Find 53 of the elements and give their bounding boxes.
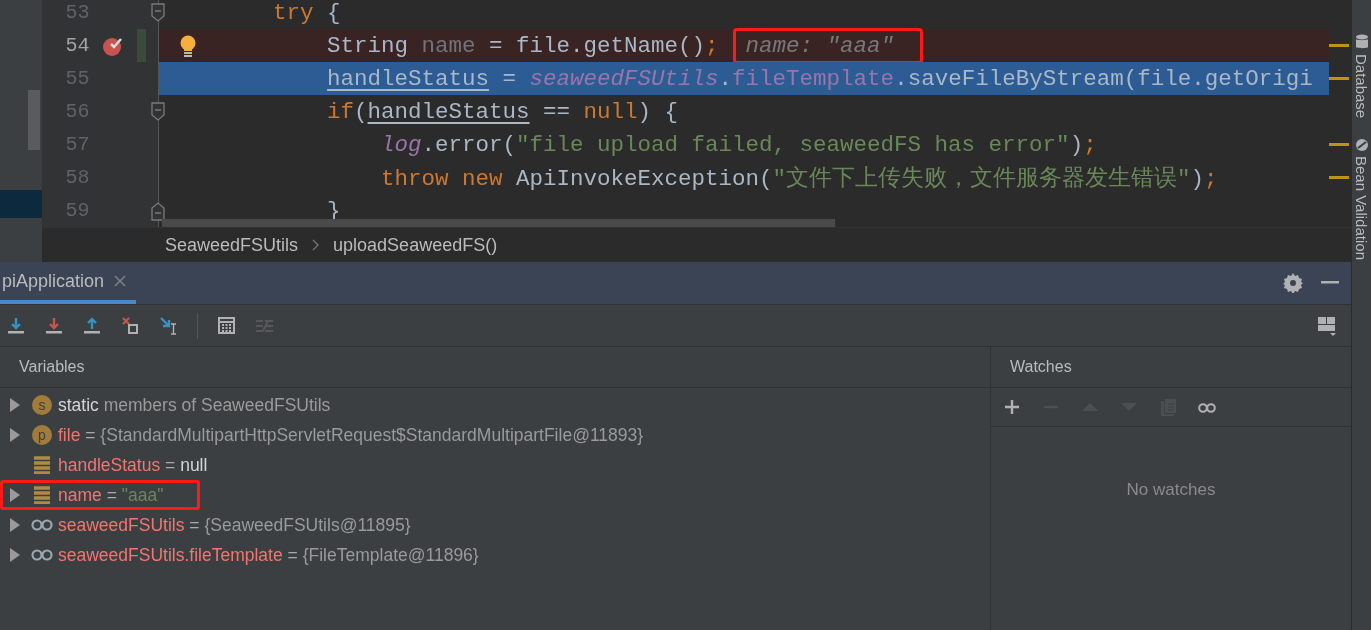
- code-line: String name = file.getName();: [327, 32, 719, 59]
- expand-arrow-icon[interactable]: [10, 548, 20, 562]
- scrollbar-thumb[interactable]: [28, 90, 40, 150]
- database-icon[interactable]: [1354, 34, 1369, 50]
- panel-title: Variables: [19, 358, 85, 376]
- code-line: handleStatus = seaweedFSUtils.fileTemplate.saveFileByStream(file.getOrigi: [327, 65, 1313, 92]
- fold-icon[interactable]: [150, 2, 166, 23]
- bean-icon[interactable]: [1354, 138, 1369, 153]
- lightbulb-icon[interactable]: [179, 35, 197, 59]
- expand-arrow-icon[interactable]: [10, 428, 20, 442]
- variable-entry[interactable]: seaweedFSUtils.fileTemplate = {FileTemplate@11896}: [58, 544, 479, 566]
- code-line: throw new ApiInvokeException("文件下上传失败，文件服务器发生错误");: [381, 165, 1218, 193]
- calculator-icon[interactable]: [217, 316, 236, 335]
- variable-entry[interactable]: seaweedFSUtils = {SeaweedFSUtils@11895}: [58, 514, 411, 536]
- variable-entry[interactable]: handleStatus = null: [58, 454, 208, 476]
- glasses-icon: [31, 548, 53, 562]
- variable-type-badge: p: [32, 425, 52, 445]
- variable-type-badge: s: [32, 395, 52, 415]
- variable-entry[interactable]: name = "aaa": [58, 484, 164, 506]
- line-number: 54: [64, 33, 90, 59]
- step-over-icon[interactable]: [7, 316, 26, 335]
- glasses-icon: [31, 518, 53, 532]
- change-marker[interactable]: [137, 29, 147, 62]
- breadcrumb[interactable]: uploadSeaweedFS(): [333, 234, 498, 256]
- fold-icon[interactable]: [150, 200, 166, 221]
- variable-entry[interactable]: file = {StandardMultipartHttpServletRequest$StandardMultipartFile@11893}: [58, 424, 644, 446]
- code-line: if(handleStatus == null) {: [327, 98, 679, 125]
- step-out-icon[interactable]: [83, 316, 102, 335]
- field-icon: [34, 486, 50, 504]
- scrollbar-thumb[interactable]: [162, 219, 835, 228]
- tool-window-label[interactable]: Database: [1353, 54, 1370, 119]
- layout-icon[interactable]: [1317, 315, 1337, 336]
- expand-arrow-icon[interactable]: [10, 398, 20, 412]
- run-to-cursor-icon[interactable]: [159, 316, 178, 335]
- fold-icon[interactable]: [150, 101, 166, 122]
- list-selection: [0, 190, 42, 218]
- code-line: log.error("file upload failed, seaweedFS has error");: [381, 131, 1097, 158]
- settings-icon[interactable]: [1283, 273, 1303, 293]
- variable-entry[interactable]: static members of SeaweedFSUtils: [58, 394, 331, 416]
- drop-frame-icon[interactable]: [121, 316, 140, 335]
- chevron-icon: [312, 239, 320, 252]
- expand-arrow-icon[interactable]: [10, 518, 20, 532]
- close-icon[interactable]: [114, 275, 127, 287]
- breadcrumb[interactable]: SeaweedFSUtils: [165, 234, 299, 256]
- tool-window-label[interactable]: Bean Validation: [1353, 156, 1370, 261]
- field-icon: [34, 456, 50, 474]
- minimize-icon[interactable]: [1321, 281, 1339, 285]
- panel-title: Watches: [1010, 358, 1072, 376]
- code-line: try {: [273, 0, 341, 26]
- add-icon[interactable]: [1003, 397, 1022, 417]
- step-into-icon[interactable]: [45, 316, 64, 335]
- expand-arrow-icon[interactable]: [10, 488, 20, 502]
- empty-message: No watches: [1126, 480, 1216, 501]
